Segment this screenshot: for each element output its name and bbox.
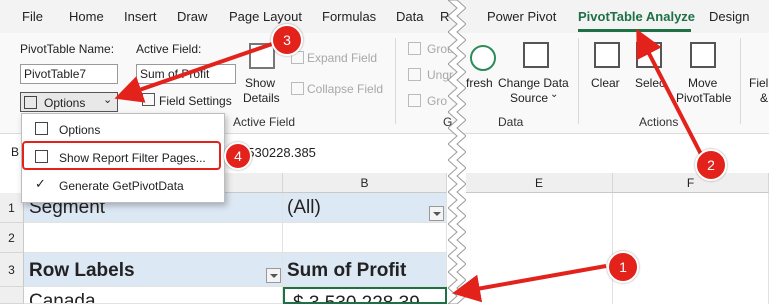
- select-button[interactable]: Selec: [635, 76, 665, 90]
- refresh-icon: [470, 45, 496, 71]
- row-header-4[interactable]: [0, 287, 24, 304]
- clear-icon: [594, 42, 620, 68]
- row-header-3[interactable]: 3: [0, 253, 24, 287]
- ungroup-icon: [408, 68, 421, 81]
- clear-button[interactable]: Clear: [591, 76, 620, 90]
- screenshot-break: [448, 0, 466, 304]
- tab-draw[interactable]: Draw: [177, 9, 207, 24]
- active-field-group-label: Active Field: [233, 115, 296, 129]
- data-group-label: Data: [498, 115, 524, 129]
- options-button[interactable]: Options ⌄: [20, 92, 118, 112]
- actions-group-label: Actions: [639, 115, 679, 129]
- move-line1[interactable]: Move: [688, 76, 717, 90]
- chevron-down-icon[interactable]: ⌄: [550, 89, 558, 100]
- tab-formulas[interactable]: Formulas: [322, 9, 376, 24]
- options-icon: [35, 122, 48, 135]
- cell-a4-canada[interactable]: Canada: [24, 287, 283, 304]
- field-list-button-truncated[interactable]: Fiel: [749, 76, 768, 90]
- tab-insert[interactable]: Insert: [124, 9, 157, 24]
- collapse-field-button[interactable]: Collapse Field: [307, 82, 383, 96]
- expand-field-button[interactable]: Expand Field: [307, 51, 377, 65]
- tab-page-layout[interactable]: Page Layout: [229, 9, 302, 24]
- menu-item-options-label: Options: [59, 123, 101, 137]
- collapse-icon: [291, 82, 304, 95]
- menu-item-options[interactable]: Options: [22, 116, 222, 142]
- row-header-2[interactable]: 2: [0, 223, 24, 253]
- filter-dropdown-icon[interactable]: [266, 268, 281, 283]
- column-header-e[interactable]: E: [466, 173, 613, 193]
- ribbon-separator: [740, 38, 741, 124]
- group-field-button[interactable]: Gro: [427, 94, 447, 108]
- step-badge-3: 3: [271, 24, 303, 56]
- cell-a3-row-labels[interactable]: Row Labels: [24, 253, 283, 287]
- step-badge-4: 4: [224, 142, 252, 170]
- cell-b4-value[interactable]: $ 3,530,228.39: [283, 287, 447, 304]
- options-button-label: Options: [44, 96, 86, 110]
- tab-data[interactable]: Data: [396, 9, 423, 24]
- active-field-label: Active Field:: [136, 42, 202, 56]
- show-details-icon: [249, 43, 275, 69]
- ribbon-separator: [578, 38, 579, 124]
- refresh-button[interactable]: fresh: [466, 76, 493, 90]
- step-badge-2: 2: [695, 149, 727, 181]
- highlight-show-report-filter-pages: [22, 141, 221, 170]
- pivottable-name-label: PivotTable Name:: [20, 42, 115, 56]
- cell-b1-filter-value: (All): [287, 197, 321, 218]
- field-settings-icon: [142, 93, 155, 106]
- cell-b1-filter[interactable]: (All): [283, 193, 447, 223]
- tab-home[interactable]: Home: [69, 9, 104, 24]
- change-data-source-icon: [523, 42, 549, 68]
- options-icon: [24, 96, 37, 109]
- select-icon: [636, 42, 662, 68]
- chevron-down-icon: ⌄: [103, 94, 113, 106]
- active-field-input[interactable]: Sum of Profit: [136, 64, 236, 84]
- checkmark-icon: ✓: [35, 176, 46, 191]
- change-data-line1[interactable]: Change Data: [498, 76, 569, 90]
- column-header-f[interactable]: F: [613, 173, 769, 193]
- field-settings-button[interactable]: Field Settings: [159, 94, 232, 108]
- cell-a2[interactable]: [24, 223, 283, 253]
- move-line2[interactable]: PivotTable: [676, 91, 731, 105]
- menu-item-generate-getpivotdata[interactable]: ✓ Generate GetPivotData: [22, 172, 222, 198]
- group-field-icon: [408, 94, 421, 107]
- tab-file[interactable]: File: [22, 9, 43, 24]
- group-icon: [408, 42, 421, 55]
- tab-design[interactable]: Design: [709, 9, 749, 24]
- tab-power-pivot[interactable]: Power Pivot: [487, 9, 556, 24]
- step-badge-1: 1: [607, 251, 639, 283]
- show-details-line1[interactable]: Show: [245, 76, 275, 90]
- active-tab-underline: [578, 29, 691, 32]
- cell-b2[interactable]: [283, 223, 447, 253]
- show-details-line2[interactable]: Details: [243, 91, 280, 105]
- ribbon-tab-bar: File Home Insert Draw Page Layout Formul…: [0, 0, 769, 33]
- cell-b3-sum-of-profit[interactable]: Sum of Profit: [283, 253, 447, 287]
- change-data-line2[interactable]: Source: [510, 91, 548, 105]
- field-list-amp: &: [760, 91, 769, 105]
- cell-f-column[interactable]: [613, 193, 769, 304]
- menu-item-generate-getpivotdata-label: Generate GetPivotData: [59, 179, 184, 193]
- ribbon-separator: [395, 38, 396, 124]
- move-pivottable-icon: [690, 42, 716, 68]
- pivottable-name-input[interactable]: PivotTable7: [20, 64, 118, 84]
- column-header-b[interactable]: B: [283, 173, 447, 193]
- filter-dropdown-icon[interactable]: [429, 206, 444, 221]
- cell-e-column[interactable]: [466, 193, 613, 304]
- tab-pivottable-analyze[interactable]: PivotTable Analyze: [578, 9, 695, 24]
